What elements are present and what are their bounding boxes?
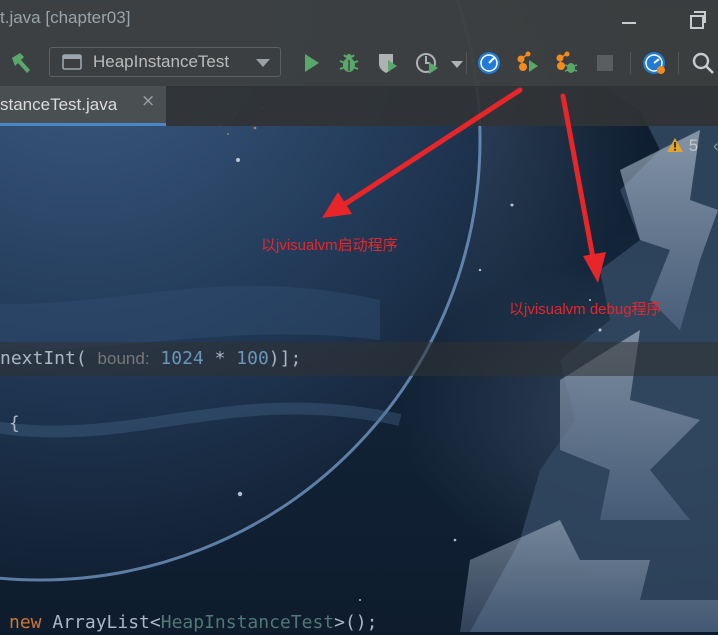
tab-heapinstancetest-java[interactable]: stanceTest.java × [0, 86, 166, 126]
tab-label: stanceTest.java [0, 95, 118, 114]
run-config-label: HeapInstanceTest [93, 52, 230, 71]
code-punctuation: >(); [334, 612, 378, 633]
window-title-bar: t.java [chapter03] [0, 0, 718, 38]
close-icon[interactable]: × [141, 93, 155, 110]
keyword: new [9, 612, 42, 633]
number-literal: 100 [236, 348, 269, 369]
run-configuration-dropdown[interactable]: HeapInstanceTest [49, 47, 281, 77]
restore-button[interactable] [688, 10, 708, 29]
toolbar-separator [466, 52, 467, 74]
profiler-dashboard-icon[interactable] [641, 50, 667, 76]
toolbar-separator [630, 52, 631, 74]
run-config-icon [62, 54, 82, 70]
main-toolbar: HeapInstanceTest [0, 38, 718, 87]
minimize-button[interactable] [620, 10, 640, 28]
toolbar-separator [678, 52, 679, 74]
warning-count: 5 [688, 136, 699, 155]
code-line-new-arraylist: new ArrayList<HeapInstanceTest>(); [9, 611, 377, 635]
debug-icon[interactable] [336, 50, 362, 76]
chevron-down-icon [256, 59, 270, 67]
parameter-hint: bound: [97, 349, 150, 368]
code-line-random-alloc: nextInt( bound: 1024 * 100)]; [0, 347, 301, 371]
editor-tab-bar: stanceTest.java × [0, 86, 718, 126]
run-icon[interactable] [298, 50, 324, 76]
inspection-widget[interactable]: 5 ‹ [666, 136, 718, 156]
visualvm-run-icon[interactable] [514, 50, 540, 76]
search-icon[interactable] [690, 50, 716, 76]
number-literal: 1024 [160, 348, 204, 369]
generic-type: HeapInstanceTest [160, 612, 335, 633]
window-title: t.java [chapter03] [0, 8, 131, 27]
warning-icon [667, 138, 683, 152]
inspection-more-chevron-icon[interactable]: ‹ [713, 136, 718, 155]
coverage-icon[interactable] [374, 50, 400, 76]
annotation-debug-label: 以jvisualvm debug程序 [509, 301, 662, 318]
profile-icon[interactable] [414, 50, 440, 76]
code-punctuation: )]; [268, 348, 302, 369]
operator: * [203, 348, 237, 369]
visualvm-debug-icon[interactable] [553, 50, 579, 76]
annotation-run-label: 以jvisualvm启动程序 [261, 237, 398, 254]
hammer-build-icon[interactable] [8, 50, 34, 76]
code-line-brace: { [9, 413, 20, 434]
type-name: ArrayList< [41, 612, 161, 633]
code-editor[interactable]: 5 ‹ nextInt( bound: 1024 * 100)]; { new … [0, 126, 718, 635]
profile-dropdown-chevron-icon[interactable] [444, 50, 463, 76]
method-call: nextInt( [0, 348, 87, 369]
visualvm-icon[interactable] [476, 50, 502, 76]
stop-icon[interactable] [592, 50, 618, 76]
